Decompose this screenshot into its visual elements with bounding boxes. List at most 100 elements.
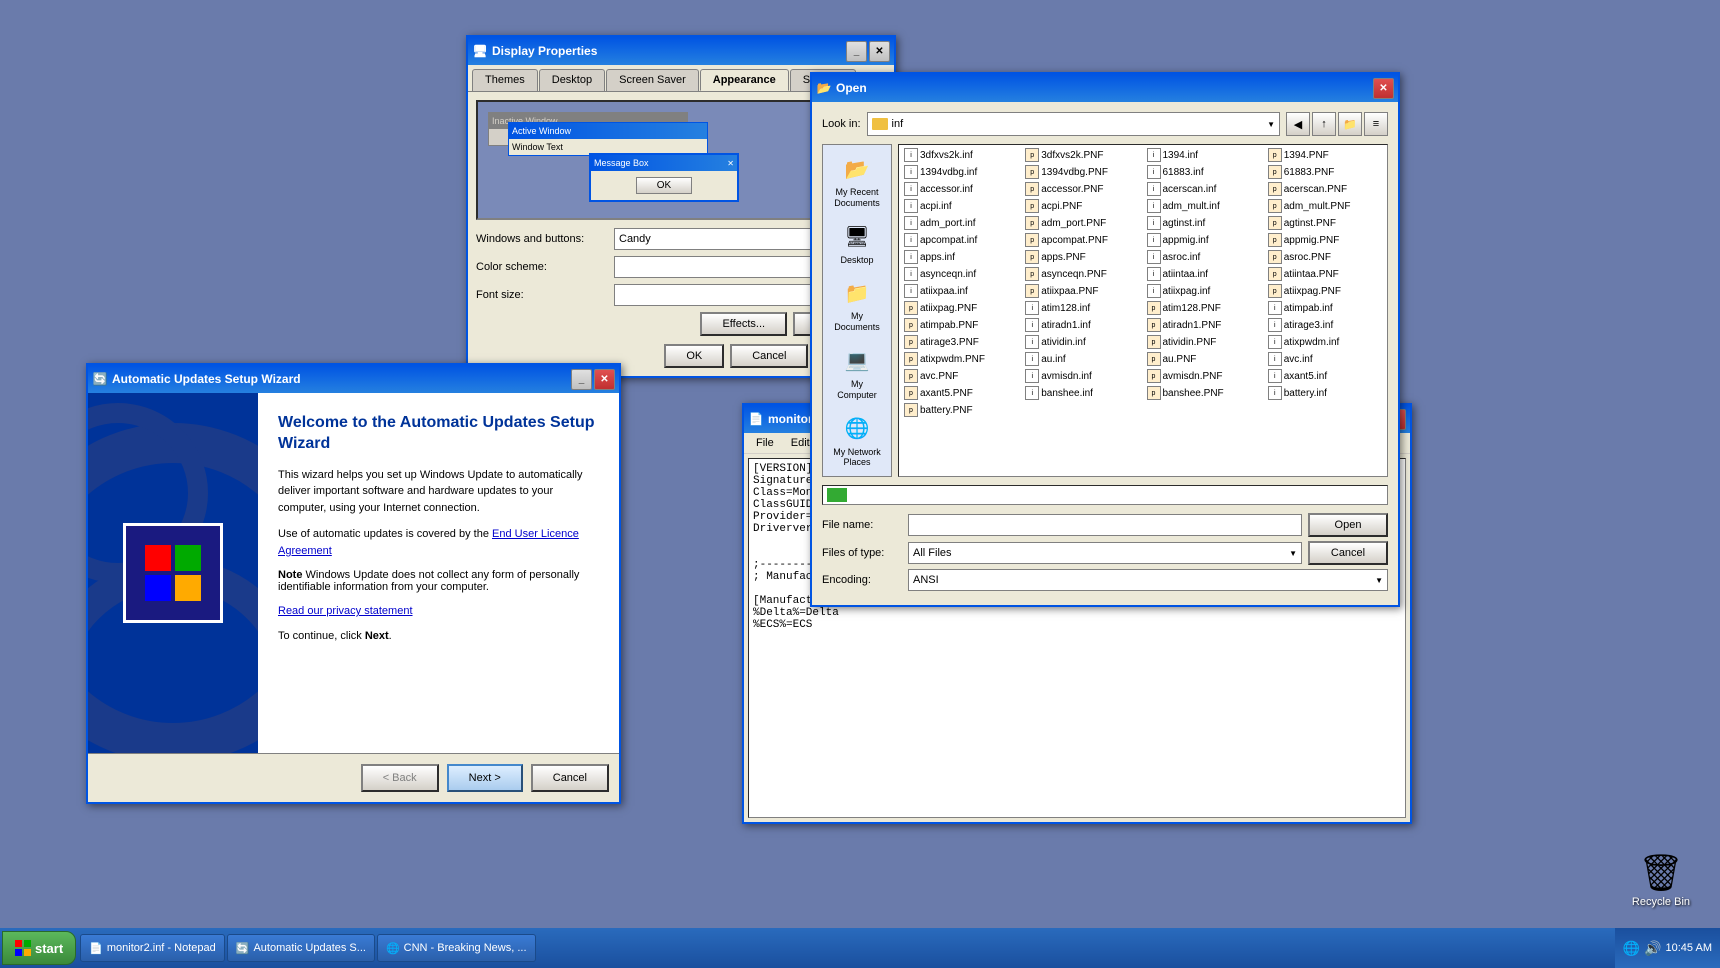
list-item[interactable]: pau.PNF [1144,351,1264,367]
updates-close-btn[interactable]: ✕ [594,369,615,390]
list-item[interactable]: pappmig.PNF [1265,232,1385,248]
list-item[interactable]: ibanshee.inf [1022,385,1142,401]
tab-themes[interactable]: Themes [472,69,538,91]
wizard-cancel-btn[interactable]: Cancel [531,764,609,792]
list-item[interactable]: iavc.inf [1265,351,1385,367]
list-item[interactable]: pavc.PNF [901,368,1021,384]
list-item[interactable]: iasynceqn.inf [901,266,1021,282]
list-item[interactable]: iatirage3.inf [1265,317,1385,333]
list-item[interactable]: paxant5.PNF [901,385,1021,401]
display-close-btn[interactable]: ✕ [869,41,890,62]
list-item[interactable]: p1394vdbg.PNF [1022,164,1142,180]
list-item[interactable]: pasynceqn.PNF [1022,266,1142,282]
list-item[interactable]: iasroc.inf [1144,249,1264,265]
list-item[interactable]: pacerscan.PNF [1265,181,1385,197]
list-item[interactable]: iatiintaa.inf [1144,266,1264,282]
display-cancel-btn[interactable]: Cancel [730,344,808,368]
list-item[interactable]: padm_port.PNF [1022,215,1142,231]
display-minimize-btn[interactable]: _ [846,41,867,62]
list-item[interactable]: iapps.inf [901,249,1021,265]
start-button[interactable]: start [2,931,76,965]
list-item[interactable]: pavmisdn.PNF [1144,368,1264,384]
list-item[interactable]: iaccessor.inf [901,181,1021,197]
list-item[interactable]: papps.PNF [1022,249,1142,265]
list-item[interactable]: iadm_port.inf [901,215,1021,231]
list-item[interactable]: patirage3.PNF [901,334,1021,350]
list-item[interactable]: p61883.PNF [1265,164,1385,180]
list-item[interactable]: iavmisdn.inf [1022,368,1142,384]
up-nav-btn[interactable]: ↑ [1312,112,1336,136]
list-item[interactable]: i1394vdbg.inf [901,164,1021,180]
list-item[interactable]: iatimpab.inf [1265,300,1385,316]
list-item[interactable]: iatividin.inf [1022,334,1142,350]
list-item[interactable]: patividin.PNF [1144,334,1264,350]
updates-minimize-btn[interactable]: _ [571,369,592,390]
views-btn[interactable]: ≡ [1364,112,1388,136]
msg-ok-btn[interactable]: OK [636,177,692,194]
taskbar-item-updates[interactable]: 🔄 Automatic Updates S... [227,934,375,962]
list-item[interactable]: i3dfxvs2k.inf [901,147,1021,163]
list-item[interactable]: iacerscan.inf [1144,181,1264,197]
list-item[interactable]: iatixpwdm.inf [1265,334,1385,350]
list-item[interactable]: iacpi.inf [901,198,1021,214]
display-ok-btn[interactable]: OK [664,344,724,368]
sidebar-my-docs[interactable]: 📁 MyDocuments [823,273,891,337]
list-item[interactable]: i61883.inf [1144,164,1264,180]
updates-wizard-titlebar[interactable]: 🔄 Automatic Updates Setup Wizard _ ✕ [88,365,619,393]
taskbar-item-notepad[interactable]: 📄 monitor2.inf - Notepad [80,934,225,962]
list-item[interactable]: pbattery.PNF [901,402,1021,418]
sidebar-network-places[interactable]: 🌐 My NetworkPlaces [823,409,891,473]
list-item[interactable]: papcompat.PNF [1022,232,1142,248]
tab-desktop[interactable]: Desktop [539,69,605,91]
list-item[interactable]: iagtinst.inf [1144,215,1264,231]
list-item[interactable]: patimpab.PNF [901,317,1021,333]
list-item[interactable]: iapcompat.inf [901,232,1021,248]
list-item[interactable]: iau.inf [1022,351,1142,367]
privacy-link[interactable]: Read our privacy statement [278,605,413,617]
list-item[interactable]: pagtinst.PNF [1265,215,1385,231]
tab-screensaver[interactable]: Screen Saver [606,69,699,91]
list-item[interactable]: pasroc.PNF [1265,249,1385,265]
cancel-btn[interactable]: Cancel [1308,541,1388,565]
new-folder-btn[interactable]: 📁 [1338,112,1362,136]
encoding-combo[interactable]: ANSI [908,569,1388,591]
sidebar-my-computer[interactable]: 💻 MyComputer [823,341,891,405]
list-item[interactable]: iatim128.inf [1022,300,1142,316]
list-item[interactable]: p3dfxvs2k.PNF [1022,147,1142,163]
back-nav-btn[interactable]: ◀ [1286,112,1310,136]
open-dialog-close-btn[interactable]: ✕ [1373,78,1394,99]
list-item[interactable]: iatiixpaa.inf [901,283,1021,299]
list-item[interactable]: patiixpag.PNF [901,300,1021,316]
list-item[interactable]: padm_mult.PNF [1265,198,1385,214]
list-item[interactable]: iappmig.inf [1144,232,1264,248]
next-btn[interactable]: Next > [447,764,523,792]
tab-appearance[interactable]: Appearance [700,69,789,91]
list-item[interactable]: pacpi.PNF [1022,198,1142,214]
list-item[interactable]: pbanshee.PNF [1144,385,1264,401]
filename-input[interactable] [908,514,1302,536]
recycle-bin[interactable]: 🗑 Recycle Bin [1632,852,1690,908]
list-item[interactable]: paccessor.PNF [1022,181,1142,197]
back-btn[interactable]: < Back [361,764,439,792]
list-item[interactable]: patiradn1.PNF [1144,317,1264,333]
list-item[interactable]: patixpwdm.PNF [901,351,1021,367]
taskbar-item-cnn[interactable]: 🌐 CNN - Breaking News, ... [377,934,536,962]
list-item[interactable]: patim128.PNF [1144,300,1264,316]
list-item[interactable]: p1394.PNF [1265,147,1385,163]
list-item[interactable]: patiixpaa.PNF [1022,283,1142,299]
look-in-combo[interactable]: inf [867,112,1280,136]
sidebar-desktop[interactable]: 🖥 Desktop [823,217,891,270]
display-props-titlebar[interactable]: 🖥 Display Properties _ ✕ [468,37,894,65]
list-item[interactable]: patiixpag.PNF [1265,283,1385,299]
list-item[interactable]: iatiixpag.inf [1144,283,1264,299]
list-item[interactable]: ibattery.inf [1265,385,1385,401]
sidebar-recent-docs[interactable]: 📂 My RecentDocuments [823,149,891,213]
list-item[interactable]: i1394.inf [1144,147,1264,163]
open-dialog-titlebar[interactable]: 📂 Open ✕ [812,74,1398,102]
effects-btn[interactable]: Effects... [700,312,787,336]
list-item[interactable]: patiintaa.PNF [1265,266,1385,282]
list-item[interactable]: iaxant5.inf [1265,368,1385,384]
notepad-menu-file[interactable]: File [748,435,782,451]
files-of-type-combo[interactable]: All Files [908,542,1302,564]
open-btn[interactable]: Open [1308,513,1388,537]
